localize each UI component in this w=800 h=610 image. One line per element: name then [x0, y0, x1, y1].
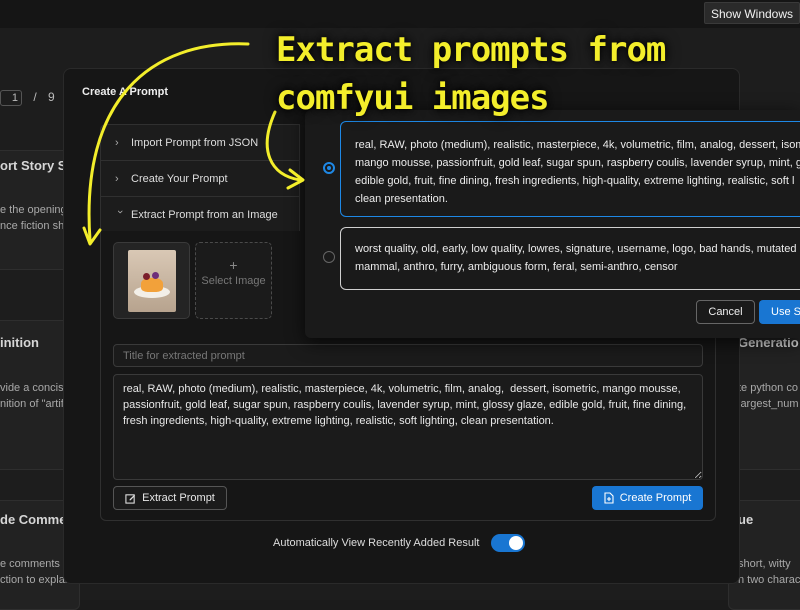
- option-line: real, RAW, photo (medium), realistic, ma…: [355, 136, 795, 154]
- create-prompt-button[interactable]: Create Prompt: [592, 486, 703, 510]
- card-text: short, witty: [738, 556, 791, 572]
- cake-shape: [141, 278, 163, 292]
- create-prompt-label: Create Prompt: [620, 492, 692, 504]
- use-selected-button[interactable]: Use S: [759, 300, 800, 324]
- annotation-text: Extract prompts from comfyui images: [276, 26, 665, 122]
- card-text: largest_num: [738, 396, 799, 412]
- edit-icon: [125, 493, 136, 504]
- page-total: 9: [48, 90, 55, 104]
- prompt-textarea[interactable]: real, RAW, photo (medium), realistic, ma…: [113, 374, 703, 480]
- auto-view-toggle[interactable]: [491, 534, 525, 552]
- card-text: n two charac: [738, 572, 800, 588]
- toggle-knob: [509, 536, 523, 550]
- pager: 1 / 9: [0, 90, 55, 106]
- accordion-label: Import Prompt from JSON: [131, 137, 258, 149]
- annotation-line: comfyui images: [276, 74, 665, 122]
- card-text: e the opening: [0, 202, 67, 218]
- chevron-right-icon: ›: [115, 137, 131, 149]
- card-title: inition: [0, 335, 39, 350]
- cancel-button[interactable]: Cancel: [696, 300, 755, 324]
- card-title: ue: [738, 512, 753, 527]
- image-thumbnail[interactable]: [113, 242, 190, 319]
- card-text: nce fiction sh: [0, 218, 64, 234]
- plus-icon: +: [196, 257, 271, 273]
- positive-radio[interactable]: [323, 162, 335, 174]
- card-text: ction to explai: [0, 572, 67, 588]
- annotation-line: Extract prompts from: [276, 26, 665, 74]
- berry-shape: [152, 272, 159, 279]
- card-text: te python co: [738, 380, 798, 396]
- prompt-source-accordion: › Import Prompt from JSON › Create Your …: [100, 124, 300, 234]
- card-text: e comments to: [0, 556, 72, 572]
- option-line: worst quality, old, early, low quality, …: [355, 240, 795, 258]
- card-text: vide a concise: [0, 380, 70, 396]
- accordion-label: Extract Prompt from an Image: [131, 209, 278, 221]
- extract-prompt-button[interactable]: Extract Prompt: [113, 486, 227, 510]
- page-input[interactable]: 1: [0, 90, 22, 106]
- option-line: clean presentation.: [355, 190, 795, 208]
- option-line: mammal, anthro, furry, ambiguous form, f…: [355, 258, 795, 276]
- positive-prompt-option[interactable]: real, RAW, photo (medium), realistic, ma…: [340, 121, 800, 217]
- dessert-image: [128, 250, 176, 312]
- accordion-extract-image[interactable]: › Extract Prompt from an Image: [101, 197, 299, 233]
- accordion-create-prompt[interactable]: › Create Your Prompt: [101, 161, 299, 197]
- chevron-down-icon: ›: [114, 210, 126, 220]
- negative-prompt-option[interactable]: worst quality, old, early, low quality, …: [340, 227, 800, 290]
- accordion-label: Create Your Prompt: [131, 173, 228, 185]
- card-text: nition of "artif: [0, 396, 64, 412]
- extract-prompt-label: Extract Prompt: [142, 492, 215, 504]
- accordion-import-json[interactable]: › Import Prompt from JSON: [101, 125, 299, 161]
- negative-radio[interactable]: [323, 251, 335, 263]
- select-image-button[interactable]: + Select Image: [195, 242, 272, 319]
- document-add-icon: [604, 492, 614, 504]
- chevron-right-icon: ›: [115, 173, 131, 185]
- modal-title: Create A Prompt: [82, 86, 168, 98]
- card-title: de Comme: [0, 512, 66, 527]
- option-line: edible gold, fruit, fine dining, fresh i…: [355, 172, 795, 190]
- berry-shape: [143, 273, 150, 280]
- title-input[interactable]: [113, 344, 703, 367]
- option-line: mango mousse, passionfruit, gold leaf, s…: [355, 154, 795, 172]
- auto-view-row: Automatically View Recently Added Result: [273, 534, 525, 552]
- show-windows-button[interactable]: Show Windows: [704, 2, 800, 24]
- select-image-label: Select Image: [196, 275, 271, 288]
- auto-view-label: Automatically View Recently Added Result: [273, 537, 479, 549]
- top-bar: Show Windows: [0, 0, 800, 28]
- page-separator: /: [33, 90, 36, 104]
